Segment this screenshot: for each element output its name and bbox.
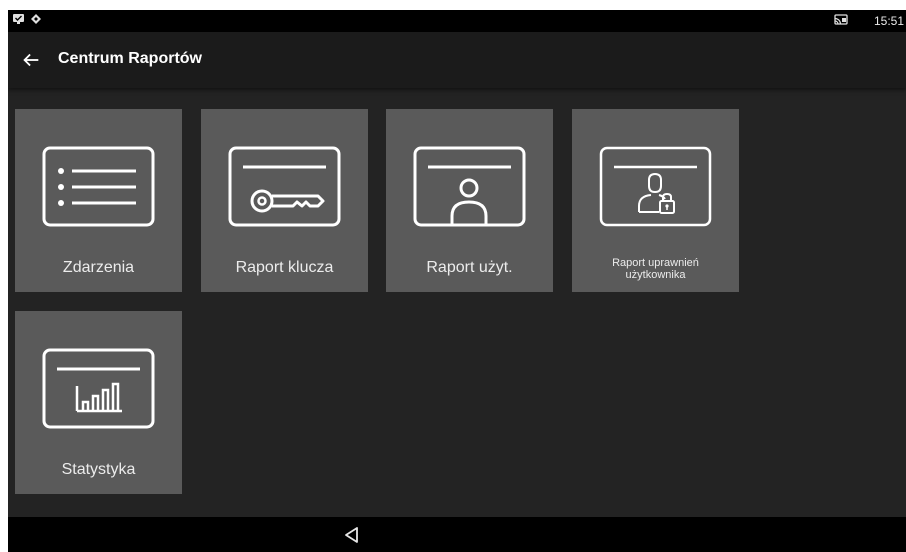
tile-raport-uzyt[interactable]: Raport użyt. bbox=[386, 109, 553, 292]
user-card-icon bbox=[413, 146, 526, 227]
tile-raport-uprawnien[interactable]: Raport uprawnień użytkownika bbox=[572, 109, 739, 292]
page-title: Centrum Raportów bbox=[58, 50, 202, 67]
user-lock-card-icon bbox=[599, 146, 712, 227]
tile-raport-klucza[interactable]: Raport klucza bbox=[201, 109, 368, 292]
bar-chart-card-icon bbox=[42, 348, 155, 429]
list-icon bbox=[42, 146, 155, 227]
tile-label: Zdarzenia bbox=[62, 259, 135, 276]
navigation-bar bbox=[8, 517, 906, 552]
notification-check-icon bbox=[13, 14, 24, 24]
cast-icon bbox=[834, 14, 848, 25]
status-bar: 15:51 bbox=[8, 10, 906, 32]
tile-label: Raport klucza bbox=[235, 259, 334, 276]
triangle-back-icon[interactable] bbox=[343, 526, 361, 544]
tile-label: Raport użyt. bbox=[426, 259, 513, 276]
tile-zdarzenia[interactable]: Zdarzenia bbox=[15, 109, 182, 292]
arrow-left-icon[interactable] bbox=[20, 49, 42, 71]
tile-label: Raport uprawnień użytkownika bbox=[572, 257, 739, 281]
tile-statystyka[interactable]: Statystyka bbox=[15, 311, 182, 494]
key-card-icon bbox=[228, 146, 341, 227]
tile-label-line2: użytkownika bbox=[625, 269, 686, 281]
nav-diamond-icon bbox=[31, 14, 41, 24]
app-bar: Centrum Raportów bbox=[8, 32, 906, 88]
status-time: 15:51 bbox=[873, 14, 904, 28]
screen: 15:51 Centrum Raportów Zdarzenia Raport … bbox=[8, 10, 906, 552]
tile-label-line1: Raport uprawnień bbox=[612, 257, 699, 269]
tile-label: Statystyka bbox=[61, 461, 136, 478]
